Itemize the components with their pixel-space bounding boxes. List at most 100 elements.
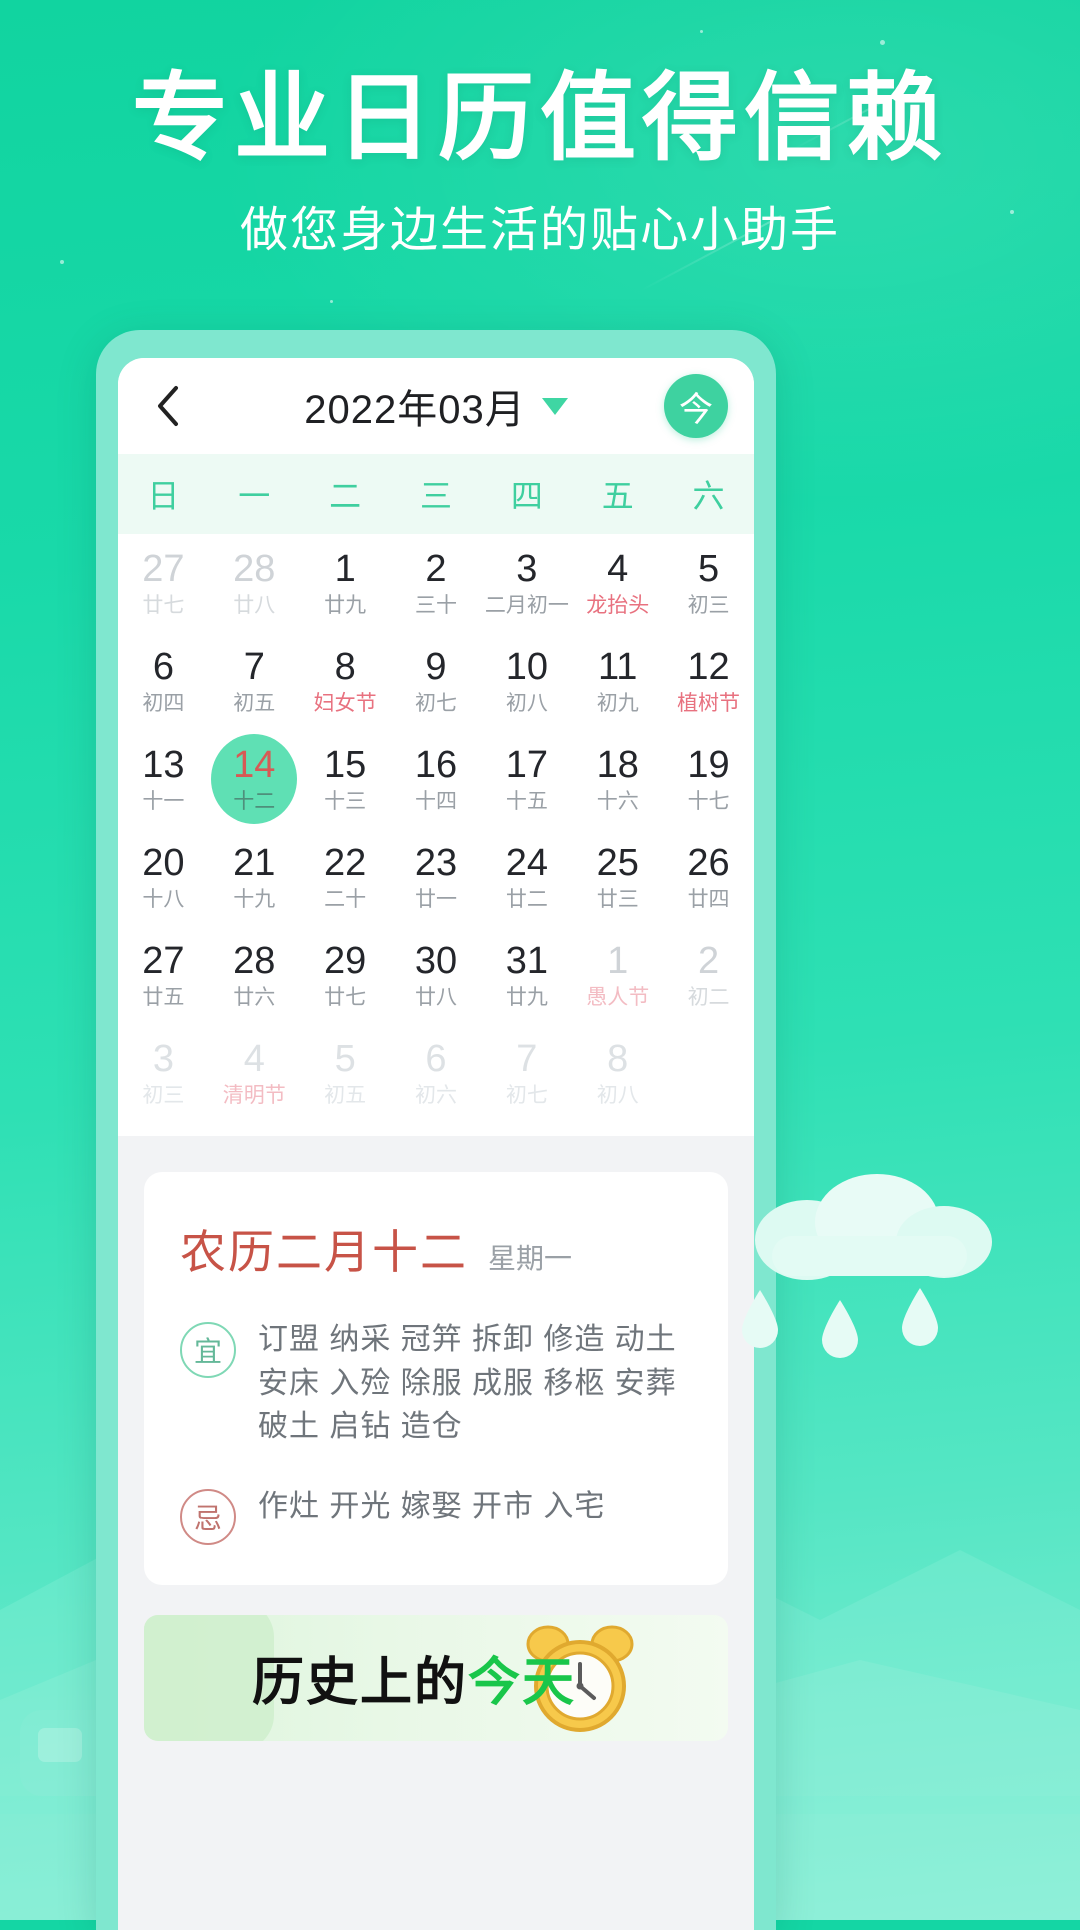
star-dot [700,30,703,33]
day-number: 8 [607,1037,629,1080]
day-number: 28 [233,547,276,590]
calendar-day-cell[interactable]: 15 十三 [300,730,391,828]
chevron-left-icon [158,386,178,426]
day-number: 15 [323,743,367,786]
back-button[interactable] [144,383,190,429]
calendar-day-cell[interactable]: 29 廿七 [300,926,391,1024]
day-number: 16 [414,743,458,786]
calendar-day-cell[interactable]: 10 初八 [481,632,572,730]
day-number: 6 [152,645,174,688]
day-number: 7 [243,645,265,688]
calendar-day-cell[interactable]: 1 愚人节 [572,926,663,1024]
day-lunar-label: 初九 [596,692,639,716]
calendar-day-cell[interactable]: 7 初七 [481,1024,572,1122]
lunar-detail-card: 农历二月十二 星期一 宜 订盟 纳采 冠笄 拆卸 修造 动土 安床 入殓 除服 … [144,1172,728,1585]
calendar-day-cell[interactable] [663,1024,754,1122]
day-number: 19 [687,743,730,786]
day-lunar-label: 龙抬头 [586,594,650,618]
calendar-day-cell[interactable]: 6 初四 [118,632,209,730]
calendar-day-cell[interactable]: 14 十二 [209,730,300,828]
history-banner-title: 历史上的今天 [252,1640,576,1715]
calendar-day-cell[interactable]: 18 十六 [572,730,663,828]
calendar-day-cell[interactable]: 20 十八 [118,828,209,926]
day-lunar-label: 十八 [142,888,185,912]
yi-row: 宜 订盟 纳采 冠笄 拆卸 修造 动土 安床 入殓 除服 成服 移柩 安葬 破土… [180,1318,692,1449]
calendar-day-cell[interactable]: 12 植树节 [663,632,754,730]
calendar-day-cell[interactable]: 27 廿五 [118,926,209,1024]
calendar-day-cell[interactable]: 4 龙抬头 [572,534,663,632]
day-lunar-label: 二十 [324,888,367,912]
calendar-day-cell[interactable]: 28 廿八 [209,534,300,632]
history-today-banner[interactable]: 历史上的今天 [144,1614,728,1741]
calendar-day-cell[interactable]: 2 三十 [391,534,482,632]
day-lunar-label: 廿九 [505,986,548,1010]
calendar-day-cell[interactable]: 6 初六 [391,1024,482,1122]
calendar-day-cell[interactable]: 3 二月初一 [481,534,572,632]
weekday-sun: 日 [147,478,180,514]
day-lunar-label: 三十 [414,594,457,618]
ji-text: 作灶 开光 嫁娶 开市 入宅 [258,1489,606,1523]
star-dot [330,300,333,303]
month-title: 2022年03月 [304,388,526,432]
day-lunar-label: 初五 [233,692,276,716]
calendar-day-cell[interactable]: 27 廿七 [118,534,209,632]
calendar-day-cell[interactable]: 16 十四 [391,730,482,828]
calendar-day-cell[interactable]: 21 十九 [209,828,300,926]
day-number: 9 [425,645,447,688]
day-lunar-label: 十五 [505,790,548,814]
day-number: 11 [597,645,638,688]
calendar-day-cell[interactable]: 3 初三 [118,1024,209,1122]
calendar-day-cell[interactable]: 1 廿九 [300,534,391,632]
calendar-day-cell[interactable]: 24 廿二 [481,828,572,926]
day-lunar-label: 初三 [687,594,730,618]
calendar-day-cell[interactable]: 23 廿一 [391,828,482,926]
day-lunar-label: 廿七 [142,594,185,618]
calendar-day-cell[interactable]: 8 初八 [572,1024,663,1122]
star-dot [880,40,885,45]
day-lunar-label: 十一 [142,790,185,814]
day-lunar-label: 初六 [414,1084,457,1108]
calendar-grid[interactable]: 27 廿七 28 廿八 1 廿九 2 三十 3 二月初一 4 龙抬头 5 初三 6 初四 7 初五 8 妇女节 9 初七 1… [118,534,754,1122]
day-number: 7 [516,1037,538,1080]
day-lunar-label: 初五 [324,1084,367,1108]
calendar-day-cell[interactable]: 31 廿九 [481,926,572,1024]
day-number: 2 [697,939,720,982]
calendar-day-cell[interactable]: 2 初二 [663,926,754,1024]
day-lunar-label: 愚人节 [586,986,650,1010]
day-number: 18 [596,743,639,786]
calendar-day-cell[interactable]: 5 初三 [663,534,754,632]
calendar-day-cell[interactable]: 8 妇女节 [300,632,391,730]
calendar-day-cell[interactable]: 22 二十 [300,828,391,926]
day-number: 17 [505,743,548,786]
app-screen: 2022年03月 今 日 一 二 三 四 五 六 27 廿七 28 廿八 1 廿九 2 三十 3… [118,358,754,1930]
day-number: 14 [233,743,276,786]
calendar-day-cell[interactable]: 5 初五 [300,1024,391,1122]
weekday-tue: 二 [329,478,362,514]
history-title-accent: 今天 [468,1654,577,1712]
day-lunar-label: 廿九 [324,594,367,618]
day-number: 24 [505,841,548,884]
calendar-day-cell[interactable]: 30 廿八 [391,926,482,1024]
caret-down-icon[interactable] [541,397,568,415]
calendar-day-cell[interactable]: 9 初七 [391,632,482,730]
promo-subheadline: 做您身边生活的贴心小助手 [239,204,840,257]
day-lunar-label: 廿八 [414,986,457,1010]
calendar-day-cell[interactable]: 28 廿六 [209,926,300,1024]
calendar-day-cell[interactable]: 13 十一 [118,730,209,828]
calendar-day-cell[interactable]: 7 初五 [209,632,300,730]
today-button[interactable]: 今 [664,374,728,438]
calendar-day-cell[interactable]: 19 十七 [663,730,754,828]
calendar-day-cell[interactable]: 11 初九 [572,632,663,730]
calendar-day-cell[interactable]: 25 廿三 [572,828,663,926]
day-number: 26 [687,841,730,884]
day-lunar-label: 廿六 [233,986,276,1010]
calendar-day-cell[interactable]: 17 十五 [481,730,572,828]
lunar-date-line: 农历二月十二 星期一 [180,1216,692,1282]
day-lunar-label: 廿四 [687,888,730,912]
calendar-card: 2022年03月 今 日 一 二 三 四 五 六 27 廿七 28 廿八 1 廿九 2 三十 3… [118,358,754,1136]
calendar-day-cell[interactable]: 26 廿四 [663,828,754,926]
day-number: 13 [142,743,185,786]
day-number: 3 [516,547,538,590]
calendar-day-cell[interactable]: 4 清明节 [209,1024,300,1122]
day-number: 22 [323,841,367,884]
